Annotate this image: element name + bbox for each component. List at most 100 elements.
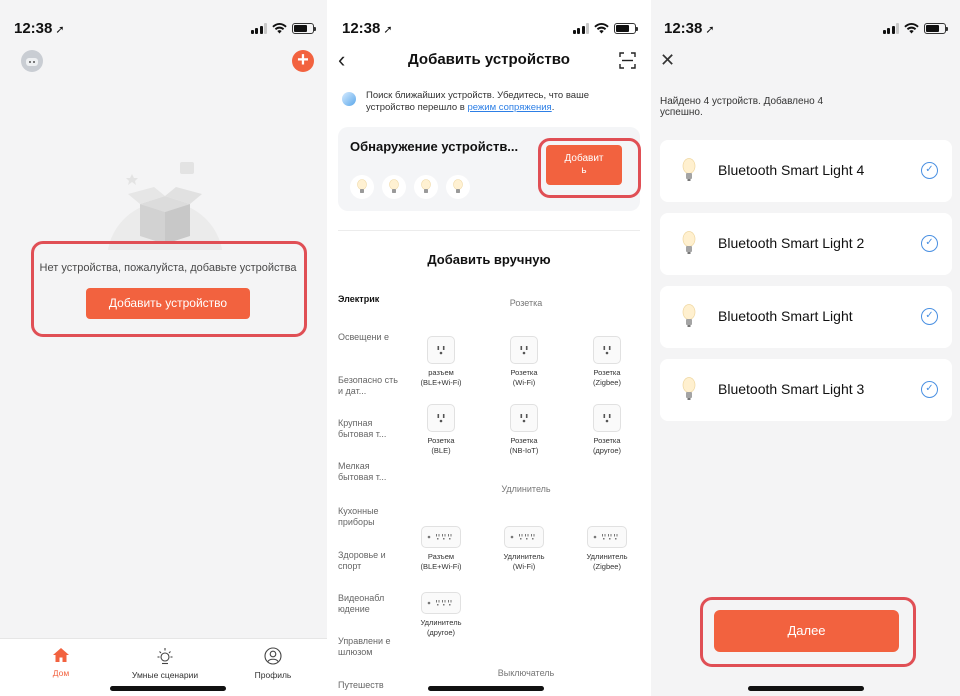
- category-item[interactable]: Крупная бытовая т...: [338, 418, 400, 440]
- wifi-icon: [272, 23, 287, 34]
- discovery-title: Обнаружение устройств...: [350, 139, 519, 154]
- socket-icon: [510, 336, 538, 364]
- power-strip-icon: [504, 526, 544, 548]
- device-extender-wifi[interactable]: Удлинитель (Wi-Fi): [491, 526, 557, 571]
- panel-divider: [649, 0, 651, 696]
- device-socket-zigbee[interactable]: Розетка (Zigbee): [574, 336, 640, 387]
- searching-spinner-icon: [342, 92, 356, 106]
- bulb-icon: [682, 304, 696, 327]
- home-indicator: [748, 686, 864, 691]
- bulb-icon: [682, 158, 696, 181]
- socket-icon: [593, 404, 621, 432]
- category-item[interactable]: Здоровье и спорт: [338, 550, 400, 572]
- device-socket-nb-iot[interactable]: Розетка (NB-IoT): [491, 404, 557, 455]
- device-socket-other[interactable]: Розетка (другое): [574, 404, 640, 455]
- status-bar: 12:38 ➚: [650, 0, 960, 56]
- location-arrow-icon: ➚: [55, 24, 65, 36]
- device-card[interactable]: Bluetooth Smart Light 4 ✓: [660, 140, 952, 202]
- socket-icon: [427, 336, 455, 364]
- empty-box-illustration: [107, 162, 223, 250]
- tab-home[interactable]: Дом: [16, 647, 106, 678]
- status-icons: [882, 22, 948, 34]
- home-indicator: [110, 686, 226, 691]
- scan-icon[interactable]: [619, 52, 636, 69]
- device-card[interactable]: Bluetooth Smart Light 3 ✓: [660, 359, 952, 421]
- battery-icon: [614, 22, 638, 34]
- avatar[interactable]: [21, 50, 43, 72]
- search-status: Поиск ближайших устройств. Убедитесь, чт…: [342, 90, 636, 114]
- location-arrow-icon: ➚: [383, 24, 393, 36]
- status-icons: [250, 22, 316, 34]
- found-summary: Найдено 4 устройств. Добавлено 4 успешно…: [660, 96, 824, 118]
- category-item[interactable]: Безопасно сть и дат...: [338, 375, 400, 397]
- device-name: Bluetooth Smart Light: [718, 308, 853, 324]
- home-icon: [53, 648, 69, 662]
- device-extender-other[interactable]: Удлинитель (другое): [408, 592, 474, 637]
- category-item[interactable]: Управлени е шлюзом: [338, 636, 400, 658]
- device-card[interactable]: Bluetooth Smart Light ✓: [660, 286, 952, 348]
- home-screen: 12:38 ➚ + Нет устройства, пожалуйста, доб…: [0, 0, 328, 696]
- add-device-screen: 12:38 ➚ ‹ Добавить устройство Поиск ближа…: [328, 0, 650, 696]
- section-extender: Удлинитель: [501, 484, 551, 494]
- battery-icon: [924, 22, 948, 34]
- add-device-button[interactable]: Добавить устройство: [86, 288, 250, 319]
- signal-icon: [882, 22, 899, 34]
- signal-icon: [572, 22, 589, 34]
- device-extender-zigbee[interactable]: Удлинитель (Zigbee): [574, 526, 640, 571]
- bulb-icon: [382, 175, 406, 199]
- status-bar: 12:38 ➚: [0, 0, 328, 56]
- status-time: 12:38 ➚: [664, 20, 715, 37]
- tab-smart-scenes[interactable]: Умные сценарии: [120, 647, 210, 680]
- signal-icon: [250, 22, 267, 34]
- device-name: Bluetooth Smart Light 2: [718, 235, 865, 251]
- category-item[interactable]: Путешеств: [338, 680, 400, 691]
- check-circle-icon: ✓: [921, 308, 938, 325]
- location-arrow-icon: ➚: [705, 24, 715, 36]
- device-extender-ble-wifi[interactable]: Разъем (BLE+Wi-Fi): [408, 526, 474, 571]
- category-item[interactable]: Электрик: [338, 294, 400, 305]
- next-button[interactable]: Далее: [714, 610, 899, 652]
- status-time: 12:38 ➚: [14, 20, 65, 37]
- add-icon[interactable]: +: [292, 50, 314, 72]
- wifi-icon: [594, 23, 609, 34]
- category-item[interactable]: Освещени е: [338, 332, 400, 343]
- power-strip-icon: [421, 592, 461, 614]
- socket-icon: [510, 404, 538, 432]
- manual-add-title: Добавить вручную: [427, 252, 551, 267]
- status-time: 12:38 ➚: [342, 20, 393, 37]
- bulb-icon: [682, 377, 696, 400]
- discovered-bulbs: [350, 175, 470, 199]
- device-card[interactable]: Bluetooth Smart Light 2 ✓: [660, 213, 952, 275]
- category-item[interactable]: Мелкая бытовая т...: [338, 461, 400, 483]
- socket-icon: [593, 336, 621, 364]
- device-socket-ble[interactable]: Розетка (BLE): [408, 404, 474, 455]
- divider: [338, 230, 640, 231]
- device-name: Bluetooth Smart Light 3: [718, 381, 865, 397]
- device-socket-wifi[interactable]: Розетка (Wi-Fi): [491, 336, 557, 387]
- bulb-icon: [414, 175, 438, 199]
- page-title: Добавить устройство: [408, 51, 570, 68]
- category-item[interactable]: Видеонабл юдение: [338, 593, 400, 615]
- sun-icon: [157, 648, 173, 665]
- tab-profile[interactable]: Профиль: [228, 647, 318, 680]
- devices-found-screen: 12:38 ➚ ✕ Найдено 4 устройств. Добавлено …: [650, 0, 960, 696]
- device-name: Bluetooth Smart Light 4: [718, 162, 865, 178]
- close-icon[interactable]: ✕: [660, 50, 675, 71]
- empty-state-text: Нет устройства, пожалуйста, добавьте уст…: [39, 262, 297, 274]
- check-circle-icon: ✓: [921, 235, 938, 252]
- add-discovered-button[interactable]: Добавит ь: [546, 145, 622, 185]
- bulb-icon: [350, 175, 374, 199]
- device-socket-ble-wifi[interactable]: разъем (BLE+Wi-Fi): [408, 336, 474, 387]
- pairing-mode-link[interactable]: режим сопряжения: [467, 102, 551, 113]
- home-indicator: [428, 686, 544, 691]
- power-strip-icon: [421, 526, 461, 548]
- status-icons: [572, 22, 638, 34]
- section-socket: Розетка: [509, 298, 543, 308]
- power-strip-icon: [587, 526, 627, 548]
- panel-divider: [327, 0, 329, 696]
- profile-icon: [264, 647, 282, 665]
- bulb-icon: [682, 231, 696, 254]
- battery-icon: [292, 22, 316, 34]
- category-item[interactable]: Кухонные приборы: [338, 506, 400, 528]
- socket-icon: [427, 404, 455, 432]
